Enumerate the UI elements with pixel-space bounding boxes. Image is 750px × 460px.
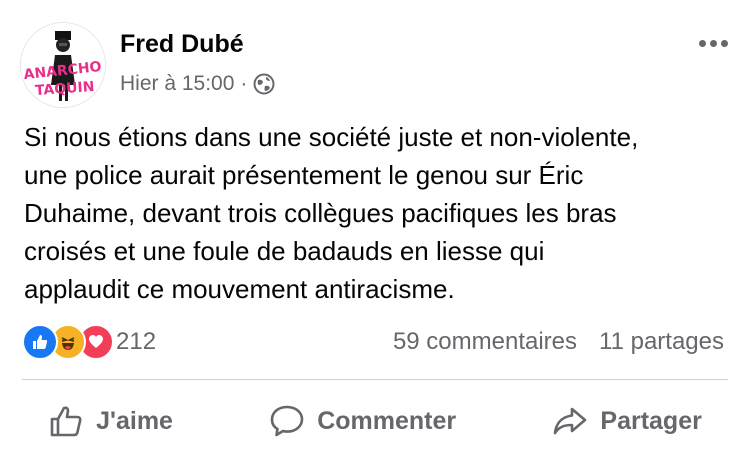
post-text-line: Si nous étions dans une société juste et… <box>24 122 639 152</box>
meta-separator: · <box>240 72 248 95</box>
engagement-counts: 59 commentaires 11 partages <box>393 328 724 356</box>
avatar-image: ANARCHO TAQUIN <box>21 23 105 107</box>
comment-button-label: Commenter <box>317 406 457 435</box>
share-button[interactable]: Partager <box>532 397 721 445</box>
comment-button[interactable]: Commenter <box>249 397 476 445</box>
reactions-summary[interactable]: 212 <box>22 324 156 360</box>
comments-count[interactable]: 59 commentaires <box>393 328 577 356</box>
more-options-icon[interactable] <box>699 40 728 47</box>
post-text-line: applaudit ce mouvement antiracisme. <box>24 274 455 304</box>
post-actions-bar: J'aime Commenter Partager <box>0 392 750 450</box>
post-meta: Hier à 15:00 · <box>120 72 275 96</box>
post-text-line: croisés et une foule de badauds en liess… <box>24 236 545 266</box>
thumbs-up-icon <box>50 406 82 437</box>
author-avatar[interactable]: ANARCHO TAQUIN <box>20 22 106 108</box>
post-stats: 212 59 commentaires 11 partages <box>22 322 724 362</box>
share-button-label: Partager <box>600 406 702 435</box>
post-text-line: Duhaime, devant trois collègues pacifiqu… <box>24 198 617 228</box>
shares-count[interactable]: 11 partages <box>599 328 724 356</box>
comment-bubble-icon <box>270 405 304 437</box>
actions-divider <box>22 379 728 380</box>
share-arrow-icon <box>554 407 587 435</box>
post-text: Si nous étions dans une société juste et… <box>24 118 730 308</box>
like-button[interactable]: J'aime <box>28 397 193 445</box>
author-name[interactable]: Fred Dubé <box>120 30 244 59</box>
like-button-label: J'aime <box>96 406 173 435</box>
reaction-count[interactable]: 212 <box>116 328 156 356</box>
like-reaction-icon <box>22 324 58 360</box>
post-text-line: une police aurait présentement le genou … <box>24 160 584 190</box>
globe-icon[interactable] <box>253 73 275 95</box>
post-timestamp[interactable]: Hier à 15:00 <box>120 72 234 96</box>
